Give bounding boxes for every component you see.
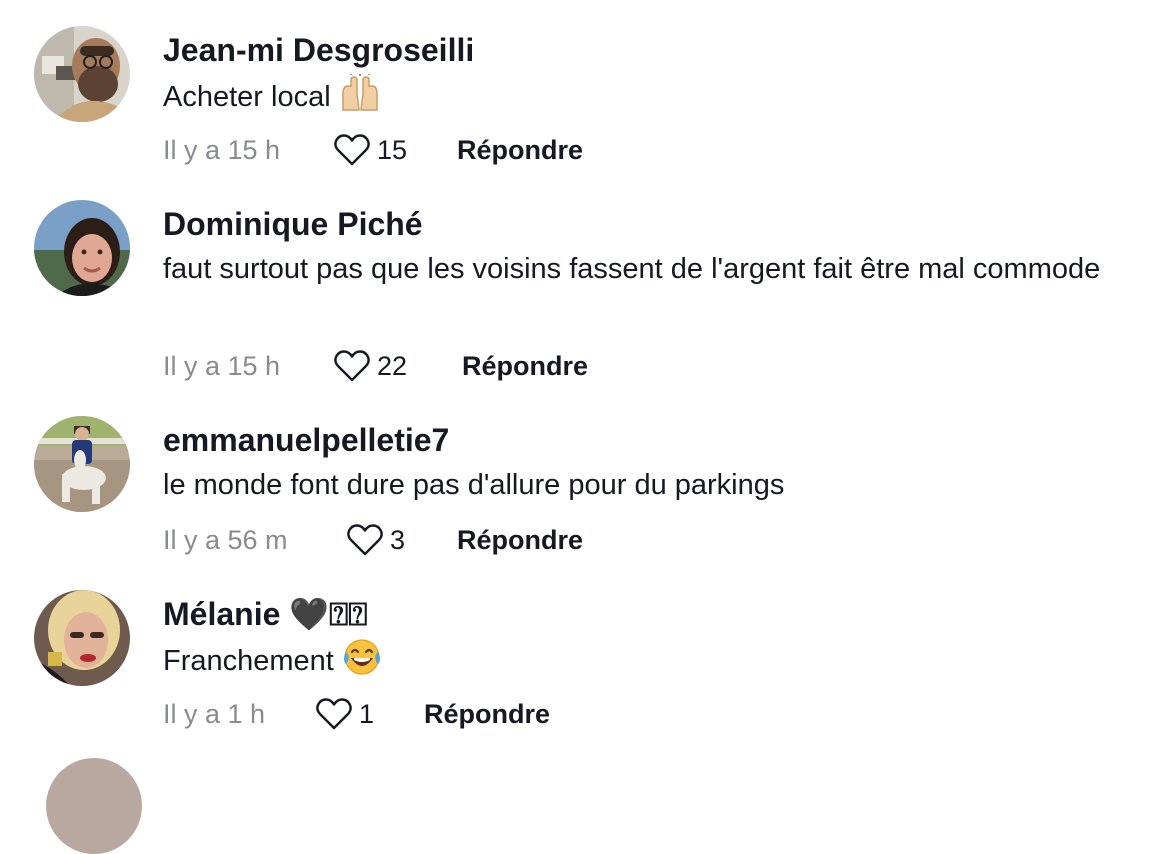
comment-username[interactable]: Dominique Piché — [163, 204, 423, 244]
comment-text-content: Acheter local — [163, 81, 331, 113]
heart-outline-icon — [334, 134, 370, 166]
avatar[interactable] — [34, 200, 130, 296]
like-button[interactable]: 15 — [333, 133, 457, 167]
tears-of-joy-icon — [342, 638, 382, 688]
avatar[interactable] — [46, 758, 142, 854]
like-count: 1 — [359, 698, 375, 729]
comment-username[interactable]: emmanuelpelletie7 — [163, 420, 449, 460]
comment-meta: Il y a 15 h 22 Répondre — [163, 346, 588, 386]
comment-timestamp: Il y a 15 h — [163, 134, 281, 165]
heart-outline-icon — [334, 350, 370, 382]
like-button[interactable]: 22 — [333, 349, 462, 383]
comment-username[interactable]: Jean-mi Desgroseilli — [163, 30, 474, 70]
like-count: 15 — [377, 134, 408, 165]
comment-text: le monde font dure pas d'allure pour du … — [163, 469, 785, 501]
comment-meta: Il y a 15 h 15 Répondre — [163, 130, 583, 170]
comment-text: faut surtout pas que les voisins fassent… — [163, 253, 1101, 285]
comment-timestamp: Il y a 15 h — [163, 350, 281, 381]
heart-outline-icon — [347, 524, 383, 556]
raising-hands-icon — [339, 70, 381, 124]
comment-text: Acheter local — [163, 70, 1123, 124]
comment-text: Franchement — [163, 638, 1123, 688]
comment-meta: Il y a 56 m 3 Répondre — [163, 520, 583, 560]
like-button[interactable]: 3 — [346, 523, 457, 557]
comment-timestamp: Il y a 56 m — [163, 524, 288, 555]
reply-button[interactable]: Répondre — [457, 525, 583, 556]
like-count: 3 — [390, 524, 406, 555]
reply-button[interactable]: Répondre — [457, 135, 583, 166]
avatar[interactable] — [34, 590, 130, 686]
like-count: 22 — [377, 350, 408, 381]
reply-button[interactable]: Répondre — [424, 699, 550, 730]
heart-outline-icon — [316, 698, 352, 730]
avatar[interactable] — [34, 416, 130, 512]
comment-text-content: Franchement — [163, 645, 334, 677]
like-button[interactable]: 1 — [315, 697, 424, 731]
reply-button[interactable]: Répondre — [462, 351, 588, 382]
comment-timestamp: Il y a 1 h — [163, 698, 266, 729]
comment-meta: Il y a 1 h 1 Répondre — [163, 694, 550, 734]
avatar[interactable] — [34, 26, 130, 122]
comment-username[interactable]: Mélanie 🖤⍰⍰ — [163, 594, 368, 634]
